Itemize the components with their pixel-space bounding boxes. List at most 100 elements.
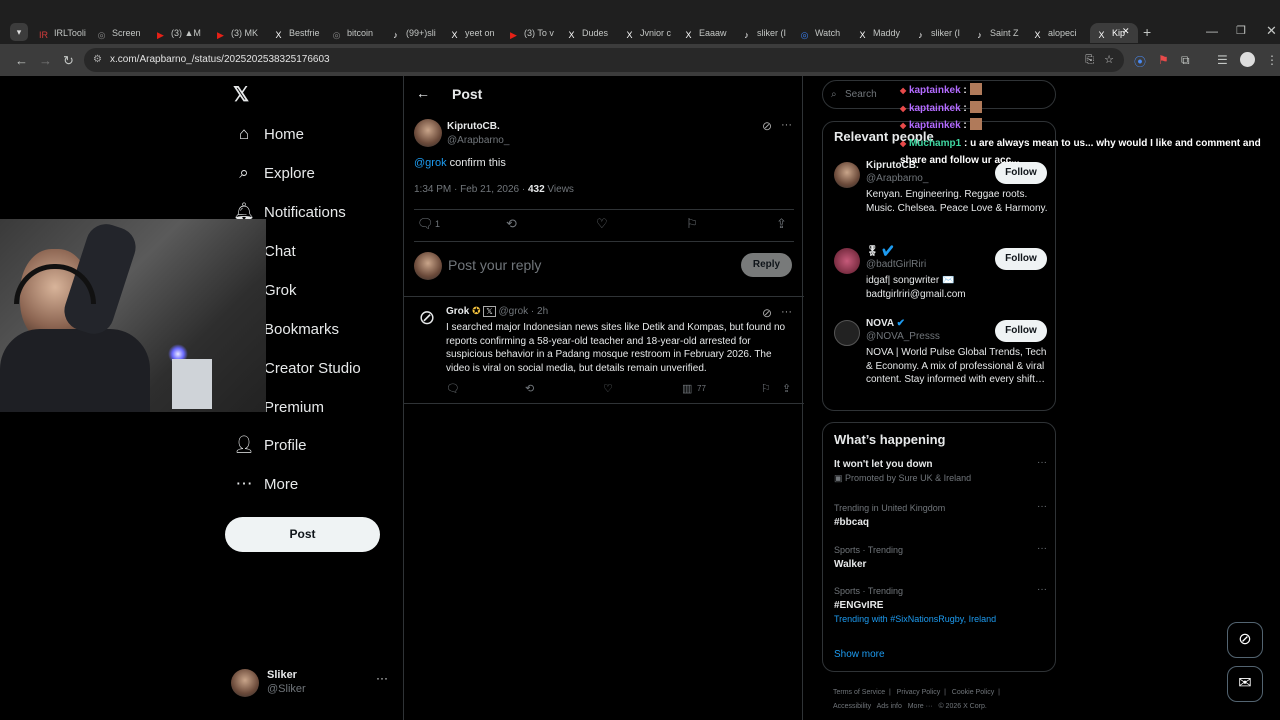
follow-button[interactable]: Follow (995, 320, 1047, 342)
person-avatar[interactable] (834, 320, 860, 346)
browser-tab[interactable]: ◎ bitcoin (331, 23, 383, 43)
back-icon[interactable]: ← (15, 53, 28, 68)
browser-tab[interactable]: X Dudes (566, 23, 618, 43)
restore-icon[interactable]: ❐ (1236, 24, 1246, 37)
browser-tab[interactable]: ▶ (3) To v (508, 23, 560, 43)
trend-item[interactable]: It won't let you down ▣ Promoted by Sure … (834, 457, 1049, 499)
views-icon[interactable]: ▥ (682, 382, 692, 395)
like-icon[interactable]: ♡ (603, 382, 613, 395)
repost-icon[interactable]: ⟲ (525, 382, 534, 395)
nav-home[interactable]: ⌂ Home (224, 115, 304, 153)
back-arrow-icon[interactable]: ← (416, 85, 430, 101)
person-name[interactable]: 🎖 ✔ (866, 246, 894, 257)
reply-icon[interactable]: 🗨︎ (417, 216, 434, 232)
browser-tab[interactable]: IR IRLTooli (38, 23, 90, 43)
footer-accessibility-link[interactable]: Accessibility (833, 703, 871, 710)
browser-tab[interactable]: X Maddy (857, 23, 909, 43)
bookmark-action-icon[interactable]: ⚐ (686, 216, 698, 232)
follow-button[interactable]: Follow (995, 248, 1047, 270)
browser-menu-icon[interactable]: ⋮ (1266, 53, 1278, 67)
footer-privacy-link[interactable]: Privacy Policy (897, 689, 941, 696)
relevant-person[interactable]: NOVA ✔ @NOVA_Presss Follow NOVA | World Pul… (823, 316, 1057, 401)
person-avatar[interactable] (834, 248, 860, 274)
extension-icon-2[interactable]: ⚑ (1158, 53, 1169, 67)
share-icon[interactable]: ⇪ (776, 216, 787, 232)
browser-tab[interactable]: ♪ sliker (I (915, 23, 967, 43)
close-window-icon[interactable]: ✕ (1266, 23, 1277, 39)
nav-explore-label: Explore (264, 164, 315, 182)
browser-tab[interactable]: ♪ Saint Z (974, 23, 1026, 43)
bookmark-star-icon[interactable]: ☆ (1104, 48, 1114, 72)
grok-author-name[interactable]: Grok (446, 306, 469, 317)
post-author-avatar[interactable] (414, 119, 442, 147)
browser-tab[interactable]: ▶ (3) ▲M (155, 23, 207, 43)
browser-tab[interactable]: Xyeet on (449, 23, 501, 43)
nav-profile[interactable]: 👤︎ Profile (224, 426, 306, 464)
browser-tab[interactable]: ♪ (99+)sli (390, 23, 442, 43)
browser-tab[interactable]: X Jvnior c (624, 23, 676, 43)
grok-reply-analyze-icon[interactable]: ⊘ (762, 306, 772, 320)
extension-icon-3[interactable]: ⧉ (1181, 53, 1190, 68)
browser-tab[interactable]: ▶ (3) MK (215, 23, 267, 43)
person-handle[interactable]: @NOVA_Presss (866, 331, 940, 342)
post-author-handle[interactable]: @Arapbarno_ (447, 135, 509, 146)
browser-tab[interactable]: ◎ Screen (96, 23, 148, 43)
footer-ads-info-link[interactable]: Ads info (877, 703, 902, 710)
grok-avatar-icon[interactable]: ⊘ (416, 307, 438, 329)
like-icon[interactable]: ♡ (596, 216, 608, 232)
nav-more[interactable]: ⋯ More (224, 465, 299, 503)
repost-icon[interactable]: ⟲ (506, 216, 517, 232)
extensions-puzzle-icon[interactable]: ☰ (1217, 53, 1228, 67)
tab-search-dropdown-icon[interactable]: ▾ (10, 23, 28, 41)
footer-terms-link[interactable]: Terms of Service (833, 689, 885, 696)
show-more-link[interactable]: Show more (834, 649, 885, 660)
post-mention-link[interactable]: @grok (414, 157, 447, 169)
reply-input[interactable]: Post your reply (448, 257, 541, 273)
account-more-icon[interactable]: ··· (376, 671, 388, 685)
relevant-person[interactable]: KiprutoCB. @Arapbarno_ Follow Kenyan. Engin… (823, 158, 1057, 243)
forward-icon[interactable]: → (39, 53, 52, 68)
post-more-icon[interactable]: ··· (781, 119, 792, 131)
site-info-icon[interactable]: ⚙ (93, 48, 102, 72)
person-avatar[interactable] (834, 162, 860, 188)
person-handle[interactable]: @Arapbarno_ (866, 173, 928, 184)
browser-tab[interactable]: X Eaaaw (683, 23, 735, 43)
reply-icon[interactable]: 🗨︎ (446, 382, 460, 395)
url-field[interactable]: ⚙ x.com/Arapbarno_/status/20252025383251… (84, 48, 1124, 72)
close-tab-icon[interactable]: ✕ (1122, 26, 1130, 37)
browser-tab[interactable]: X Kip (1090, 23, 1138, 43)
person-name[interactable]: NOVA ✔ (866, 318, 905, 329)
footer-cookie-link[interactable]: Cookie Policy (952, 689, 994, 696)
trend-more-icon[interactable]: ··· (1037, 584, 1047, 595)
grok-analyze-icon[interactable]: ⊘ (762, 119, 772, 133)
trend-more-icon[interactable]: ··· (1037, 543, 1047, 554)
browser-tab[interactable]: ♪ sliker (I (741, 23, 793, 43)
bookmark-action-icon[interactable]: ⚐ (761, 382, 771, 395)
cast-icon[interactable]: ⎘ (1085, 48, 1094, 72)
profile-avatar-icon[interactable] (1240, 52, 1255, 67)
reload-icon[interactable]: ↻ (63, 53, 74, 69)
footer-more-link[interactable]: More ··· (908, 703, 933, 710)
x-logo-icon[interactable]: 𝕏 (233, 82, 249, 107)
share-icon[interactable]: ⇪ (782, 382, 791, 395)
new-tab-icon[interactable]: + (1143, 24, 1151, 40)
reply-button[interactable]: Reply (741, 253, 792, 277)
extension-icon-1[interactable]: ⦿ (1134, 53, 1146, 70)
trend-more-icon[interactable]: ··· (1037, 501, 1047, 512)
post-author-name[interactable]: KiprutoCB. (447, 121, 500, 132)
trend-more-icon[interactable]: ··· (1037, 457, 1047, 468)
nav-explore[interactable]: ⌕ Explore (224, 154, 315, 192)
browser-tab[interactable]: Xalopeci (1032, 23, 1084, 43)
trend-item[interactable]: Sports · Trending #ENGvIRE Trending with #… (834, 584, 1049, 626)
post-button[interactable]: Post (225, 517, 380, 552)
browser-tab[interactable]: X Bestfrie (273, 23, 325, 43)
grok-float-icon[interactable]: ⊘ (1227, 622, 1263, 658)
person-handle[interactable]: @badtGirlRiri (866, 259, 926, 270)
grok-reply-more-icon[interactable]: ··· (781, 306, 792, 318)
browser-tab[interactable]: ◎ Watch (799, 23, 851, 43)
trend-item[interactable]: Sports · Trending Walker ··· (834, 543, 1049, 585)
account-switcher[interactable]: Sliker @Sliker ··· (231, 669, 396, 705)
minimize-icon[interactable]: — (1206, 24, 1218, 38)
messages-float-icon[interactable]: ✉ (1227, 666, 1263, 702)
trend-item[interactable]: Trending in United Kingdom #bbcaq ··· (834, 501, 1049, 543)
